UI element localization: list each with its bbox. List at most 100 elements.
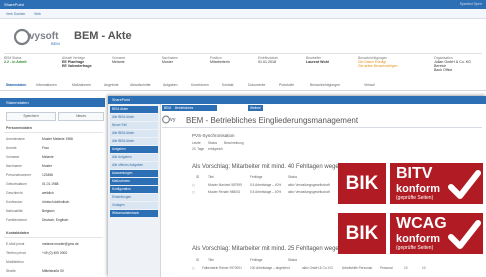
nav-item[interactable]: Alle Aufgaben [110, 154, 158, 162]
field-value[interactable]: Frau [42, 146, 49, 150]
tab-stammdaten[interactable]: Stammdaten [6, 83, 26, 87]
stammdaten-header: Stammdaten [0, 98, 105, 107]
user-name[interactable]: Sparrbot Sperr [460, 2, 482, 6]
field-value[interactable]: Muster Melanie 1988 [42, 137, 73, 141]
field-value[interactable]: Melanie [42, 155, 54, 159]
nav-label: BEM-Akten [112, 107, 129, 111]
info-vorname: Vorname Melanie [112, 56, 126, 64]
front-page-title: BEM - Betriebliches Eingliederungsmanage… [186, 116, 359, 125]
badge-sub: konform [396, 233, 440, 245]
sharepoint-topbar: SharePoint Sparrbot Sperr [0, 0, 486, 9]
field-row: Personalnummer 123456 [6, 173, 101, 179]
badge-name: WCAG [396, 215, 447, 232]
save-button[interactable]: Speichern [6, 112, 56, 121]
sync-title: PVS-Synchronisation [192, 133, 235, 138]
field-row: Anrede Frau [6, 146, 101, 152]
field-label: Geschlecht [6, 191, 23, 195]
field-row: Mobiltelefon [6, 260, 101, 266]
tab-ablaufschritte[interactable]: Ablaufschritte [130, 83, 151, 87]
field-row: Telefon privat +49 (0) 405 0000 [6, 251, 101, 257]
page-title: BEM - Akte [74, 30, 132, 42]
nav-label: Wissensdatenbank [112, 211, 139, 215]
badge-note: (geprüfte Seiten) [396, 245, 434, 251]
crumb-item[interactable]: Betriebliches Eingliederungsmanagement [173, 105, 217, 116]
tab-kontakt[interactable]: Kontakt [222, 83, 234, 87]
checkmark-icon [448, 220, 481, 249]
field-value[interactable]: Belgisch [42, 209, 54, 213]
nav-section[interactable]: Aufgaben [110, 146, 158, 153]
svg-text:BEM: BEM [51, 41, 60, 46]
tab-korrekturen[interactable]: Korrekturen [191, 83, 209, 87]
info-bearbeiter: Bearbeiter Laurent Wohl [306, 56, 329, 64]
tab-dokumente[interactable]: Dokumente [248, 83, 265, 87]
field-label: Nationalität [6, 209, 23, 213]
field-value[interactable]: römisch-katholisch [42, 200, 69, 204]
tab-informationen[interactable]: Informationen [36, 83, 57, 87]
info-organisation: Organisation Julian GmbH & Co. KG Bereic… [434, 56, 471, 72]
info-nachname: Nachname Muster [162, 56, 178, 64]
avysoft-logo: vysoft BEM [14, 28, 60, 46]
nav-item[interactable]: Alle BEM-Akten [110, 130, 158, 138]
badge-name: BITV [396, 165, 433, 182]
nav-section[interactable]: Maßnahmen [110, 178, 158, 185]
field-label: E-Mail privat [6, 242, 25, 246]
wcag-badge: BIK WCAG konform (geprüfte Seiten) [338, 210, 483, 257]
tab-verlauf[interactable]: Verlauf [364, 83, 375, 87]
nav-label: Neuer Fall [112, 123, 127, 127]
tab-massnahmen[interactable]: Maßnahmen [72, 83, 91, 87]
subnav-link[interactable]: Verk Suchen [6, 12, 25, 16]
field-value[interactable]: melanie.muster@gmx.de [42, 242, 79, 246]
subnav-link[interactable]: Verk [34, 12, 41, 16]
new-button[interactable]: Neues [58, 112, 104, 121]
nav-section[interactable]: Wissensdatenbank [110, 210, 158, 217]
nav-section[interactable]: Konfiguration [110, 186, 158, 193]
bik-label: BIK [338, 213, 386, 254]
section-personendaten: Personendaten [6, 126, 32, 130]
field-row: Straße Mittelstraße 00 [6, 269, 101, 275]
field-label: Nachname [6, 164, 22, 168]
nav-section[interactable]: Auswertungen [110, 170, 158, 177]
sub-navigation: Verk Suchen Verk [0, 9, 486, 19]
field-value[interactable]: Muster [42, 164, 52, 168]
field-row: Nationalität Belgisch [6, 209, 101, 215]
field-value[interactable]: 123456 [42, 173, 53, 177]
field-value[interactable]: Mittelstraße 00 [42, 269, 64, 273]
nav-item[interactable]: Alle BEM-Akten [110, 138, 158, 146]
field-value[interactable]: 01.01.1988 [42, 182, 59, 186]
nav-section[interactable]: BEM-Akten [110, 106, 158, 113]
field-row: Konfession römisch-katholisch [6, 200, 101, 206]
field-label: Geburtsdatum [6, 182, 27, 186]
field-value[interactable]: weiblich [42, 191, 54, 195]
field-row: Geburtsdatum 01.01.1988 [6, 182, 101, 188]
crumb-item[interactable]: Weitere Aktion [248, 105, 263, 116]
svg-text:vy: vy [170, 117, 176, 123]
tab-angebote[interactable]: Angebote [104, 83, 119, 87]
field-label: Mobiltelefon [6, 260, 24, 264]
nav-item[interactable]: Einstellungen [110, 194, 158, 202]
nav-item[interactable]: Neuer Fall [110, 122, 158, 130]
field-value[interactable]: Deutsch, Englisch [42, 218, 68, 222]
field-label: Anredename [6, 137, 25, 141]
nav-label: Aufgaben [112, 147, 126, 151]
badge-note: (geprüfte Seiten) [396, 195, 434, 201]
window-title: SharePoint [4, 2, 24, 7]
tab-protokolle[interactable]: Protokolle [279, 83, 294, 87]
front-navigation: BEM-Akten Alle BEM-Akten Neuer Fall Alle BE… [108, 104, 161, 277]
avysoft-logo-small: vy [162, 115, 176, 124]
section-kontaktdaten: Kontaktdaten [6, 231, 29, 235]
field-label: Straße [6, 269, 16, 273]
nav-item[interactable]: Vorlagen [110, 202, 158, 210]
field-label: Familienstand [6, 218, 27, 222]
field-label: Vorname [6, 155, 20, 159]
nav-item[interactable]: Alle BEM-Akten [110, 114, 158, 122]
tab-benachrichtigungen[interactable]: Benachrichtigungen [310, 83, 340, 87]
field-label: Telefon privat [6, 251, 26, 255]
bitv-badge: BIK BITV konform (geprüfte Seiten) [338, 160, 483, 207]
tab-aufgaben[interactable]: Aufgaben [163, 83, 178, 87]
front-topbar: SharePoint [108, 96, 486, 104]
field-label: Konfession [6, 200, 23, 204]
field-value[interactable]: +49 (0) 405 0000 [42, 251, 67, 255]
crumb-item[interactable]: BEM [162, 105, 173, 111]
nav-item[interactable]: Alle offenen Aufgaben [110, 162, 158, 170]
field-label: Personalnummer [6, 173, 32, 177]
